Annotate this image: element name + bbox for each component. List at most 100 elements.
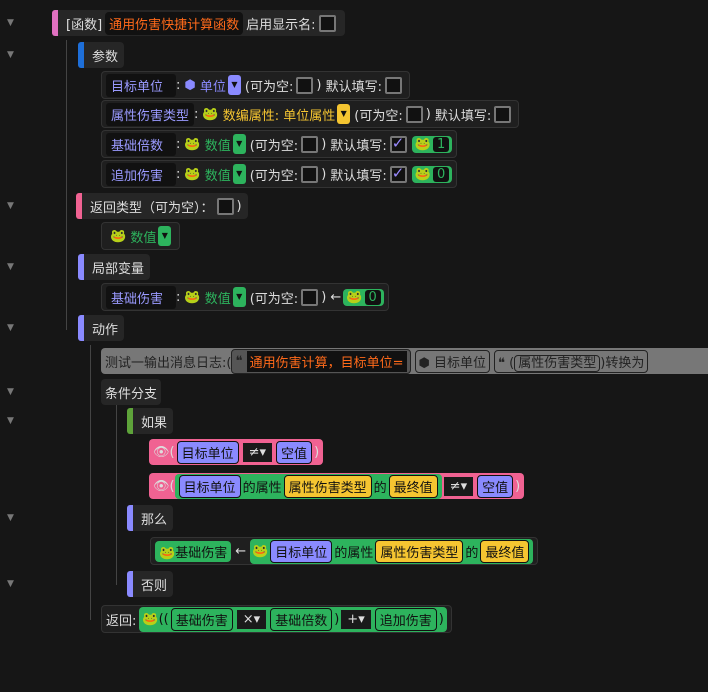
operator-dropdown[interactable]: ×▾ [236,609,267,629]
operator-dropdown[interactable]: ≠▾ [443,476,474,496]
assign-action[interactable]: 🐸基础伤害 ← 🐸 目标单位 的属性 属性伤害类型的最终值 [150,537,539,565]
locals-title: 局部变量 [92,261,145,277]
quote-icon: ❝ [235,353,243,369]
param-type: 数值 [204,138,231,154]
dropdown-icon[interactable]: ▼ [232,287,246,307]
assign-unit[interactable]: 目标单位 [270,539,333,563]
frog-icon: 🐸 [252,543,269,559]
param-name[interactable]: 追加伤害 [106,162,176,186]
param-type: 单位 [199,79,226,95]
collapse-arrow-icon[interactable]: ▼ [7,416,14,426]
nullable-checkbox[interactable] [405,105,423,123]
return-type-row[interactable]: 🐸 数值 ▼ [101,222,181,250]
nullable-checkbox[interactable] [301,135,319,153]
local-var-name[interactable]: 基础伤害 [106,285,176,309]
of: 的 [373,480,387,496]
nullable-checkbox[interactable] [296,76,314,94]
param-row[interactable]: 基础倍数: 🐸 数值▼ (可为空:) 默认填写: 🐸1 [101,130,458,158]
collapse-arrow-icon[interactable]: ▼ [7,262,14,272]
params-header[interactable]: 参数 [78,42,125,68]
local-var-value-text[interactable]: 0 [364,289,381,305]
branch-header[interactable]: 条件分支 [101,379,162,405]
eye-icon: 👁 [153,444,170,460]
param-row[interactable]: 目标单位: ⬢ 单位 ▼ (可为空:) 默认填写: [101,71,410,99]
default-label: 默认填写: [330,138,387,154]
nullable-label: (可为空: [354,108,403,124]
collapse-arrow-icon[interactable]: ▼ [7,387,14,397]
eye-icon: 👁 [153,478,170,494]
nullable-checkbox[interactable] [301,288,319,306]
collapse-arrow-icon[interactable]: ▼ [7,513,14,523]
param-type: 数编属性: 单位属性 [222,108,336,124]
cond-right[interactable]: 空值 [276,440,313,464]
dropdown-icon[interactable]: ▼ [232,164,246,184]
function-name[interactable]: 通用伤害快捷计算函数 [105,11,244,35]
return-nullable-checkbox[interactable] [216,197,234,215]
nullable-checkbox[interactable] [301,165,319,183]
frog-icon: 🐸 [184,166,201,182]
assign-final[interactable]: 最终值 [480,539,530,563]
param-name[interactable]: 属性伤害类型 [106,102,195,126]
log-attr[interactable]: 属性伤害类型 [514,354,601,372]
param-type: 数值 [204,168,231,184]
default-label: 默认填写: [325,79,382,95]
dropdown-icon[interactable]: ▼ [232,134,246,154]
default-checkbox[interactable] [384,76,402,94]
cond-unit[interactable]: 目标单位 [178,474,241,498]
return-operand-a[interactable]: 基础伤害 [170,607,233,631]
locals-header[interactable]: 局部变量 [78,254,151,280]
frog-icon: 🐸 [414,166,431,182]
cond-final[interactable]: 最终值 [388,474,438,498]
assign-arrow: ← [235,543,247,559]
then-header[interactable]: 那么 [127,505,174,531]
default-value[interactable]: 🐸 0 [411,165,453,183]
dropdown-icon[interactable]: ▼ [227,75,241,95]
assign-attr[interactable]: 属性伤害类型 [375,539,464,563]
condition-2[interactable]: 👁(目标单位 的属性 属性伤害类型的最终值 ≠▾ 空值) [149,473,525,499]
collapse-arrow-icon[interactable]: ▼ [7,50,14,60]
default-checkbox[interactable] [389,134,407,153]
show-name-label: 启用显示名: [246,17,316,33]
operator-dropdown[interactable]: ≠▾ [242,442,273,462]
function-header[interactable]: [函数] 通用伤害快捷计算函数 启用显示名: [52,10,345,36]
return-label: 返回: [106,613,137,629]
default-value[interactable]: 🐸 1 [411,135,453,153]
param-name[interactable]: 基础倍数 [106,132,176,156]
default-value-text[interactable]: 1 [432,136,450,152]
show-name-checkbox[interactable] [318,14,336,32]
dropdown-icon[interactable]: ▼ [158,226,172,246]
cond-right[interactable]: 空值 [477,474,514,498]
assign-var[interactable]: 基础伤害 [175,546,227,561]
condition-1[interactable]: 👁(目标单位 ≠▾ 空值) [149,439,324,465]
default-value-text[interactable]: 0 [432,166,450,182]
default-checkbox[interactable] [494,105,512,123]
log-unit[interactable]: 目标单位 [434,356,486,371]
local-var-value[interactable]: 🐸 0 [343,288,384,306]
return-operand-c[interactable]: 追加伤害 [374,607,437,631]
operator-dropdown[interactable]: +▾ [341,609,371,629]
cond-left[interactable]: 目标单位 [176,440,239,464]
nullable-label: (可为空: [249,291,299,307]
log-action[interactable]: 测试一输出消息日志:( ❝ 通用伤害计算，目标单位= ⬢ 目标单位 ❝ (属性伤… [101,348,708,374]
return-action[interactable]: 返回: 🐸((基础伤害 ×▾ 基础倍数) +▾ 追加伤害) [101,605,452,633]
param-row[interactable]: 追加伤害: 🐸 数值▼ (可为空:) 默认填写: 🐸0 [101,160,458,188]
collapse-arrow-icon[interactable]: ▼ [7,201,14,211]
param-row[interactable]: 属性伤害类型: 🐸 数编属性: 单位属性 ▼ (可为空:) 默认填写: [101,100,520,128]
if-header[interactable]: 如果 [127,408,174,434]
collapse-arrow-icon[interactable]: ▼ [7,579,14,589]
default-label: 默认填写: [330,168,387,184]
param-name[interactable]: 目标单位 [106,73,176,97]
cond-attr[interactable]: 属性伤害类型 [283,474,372,498]
collapse-arrow-icon[interactable]: ▼ [7,18,14,28]
else-title: 否则 [141,578,168,594]
default-checkbox[interactable] [389,164,407,183]
log-text[interactable]: 通用伤害计算，目标单位= [246,350,407,372]
return-type-header[interactable]: 返回类型（可为空）：) [76,193,248,219]
dropdown-icon[interactable]: ▼ [337,104,351,124]
return-operand-b[interactable]: 基础倍数 [270,607,333,631]
of-attr: 的属性 [334,545,374,561]
local-var-row[interactable]: 基础伤害: 🐸 数值 ▼ (可为空:) ← 🐸 0 [101,283,389,311]
collapse-arrow-icon[interactable]: ▼ [7,323,14,333]
else-header[interactable]: 否则 [127,571,174,597]
actions-header[interactable]: 动作 [78,315,125,341]
